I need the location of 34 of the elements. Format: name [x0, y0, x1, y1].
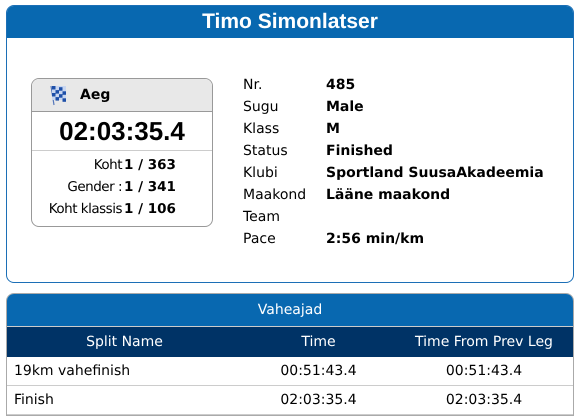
splits-title: Vaheajad: [7, 294, 573, 326]
finish-time: 02:03:35.4: [32, 112, 212, 151]
athlete-name: Timo Simonlatser: [7, 6, 573, 38]
place-label: Gender :: [66, 178, 122, 197]
table-cell-text: 19km vahefinish: [13, 362, 132, 380]
detail-label: Pace: [243, 230, 277, 248]
place-value: 1 / 363: [123, 156, 176, 175]
column-header[interactable]: Time From Prev Leg: [395, 332, 573, 352]
detail-value: Male: [326, 98, 364, 116]
place-label: Koht klassis: [48, 200, 122, 219]
table-cell-text: 00:51:43.4: [279, 362, 358, 380]
place-value: 1 / 106: [123, 200, 176, 219]
place-value: 1 / 341: [123, 178, 176, 197]
detail-value: 485: [326, 76, 356, 94]
detail-value: M: [326, 120, 340, 138]
place-label: Koht: [92, 156, 122, 175]
detail-value: Sportland SuusaAkadeemia: [326, 164, 544, 182]
detail-value: 2:56 min/km: [326, 230, 424, 248]
detail-label: Status: [243, 142, 289, 160]
detail-label: Team: [243, 208, 282, 226]
time-title: Aeg: [80, 86, 110, 104]
detail-label: Klass: [243, 120, 280, 138]
column-header[interactable]: Split Name: [7, 332, 242, 352]
detail-value: Finished: [326, 142, 393, 160]
table-cell-text: 02:03:35.4: [279, 390, 358, 410]
table-cell-text: 02:03:35.4: [444, 390, 524, 410]
column-header[interactable]: Time: [242, 332, 395, 352]
detail-label: Sugu: [243, 98, 280, 116]
detail-label: Nr.: [243, 76, 264, 94]
detail-value: Lääne maakond: [326, 186, 450, 204]
table-cell-text: 00:51:43.4: [444, 362, 524, 380]
detail-label: Klubi: [243, 164, 279, 182]
detail-label: Maakond: [243, 186, 308, 204]
table-cell-text: Finish: [13, 390, 55, 410]
